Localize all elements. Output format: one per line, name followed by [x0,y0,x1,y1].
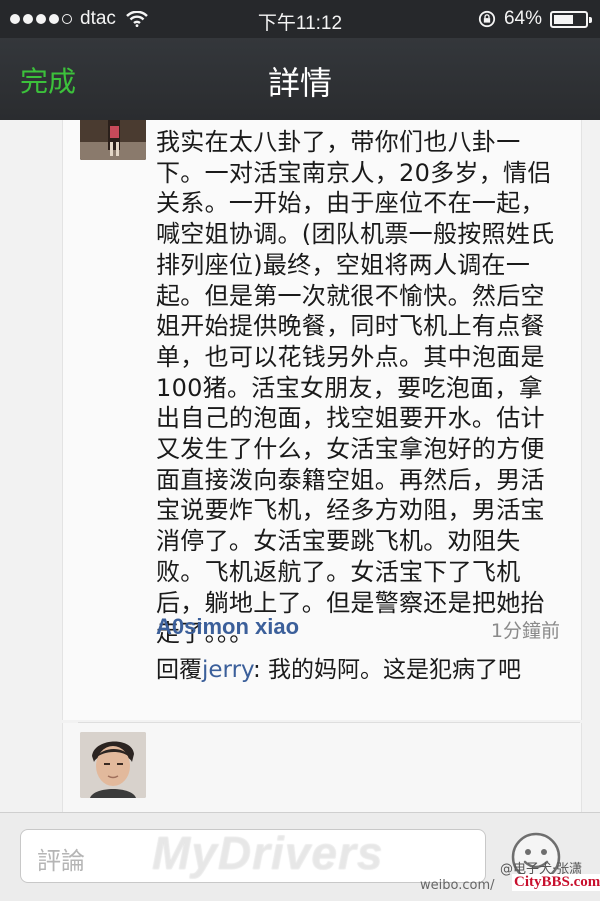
battery-level [554,14,574,24]
reply-content: : 我的妈阿。这是犯病了吧 [253,657,522,683]
rotation-lock-icon [478,10,496,28]
avatar-photo [80,732,146,798]
reply-mention[interactable]: jerry [202,657,253,683]
comment-input[interactable]: 評論 [20,829,486,883]
comment-body: 我实在太八卦了，带你们也八卦一下。一对活宝南京人，20多岁，情侣关系。一开始，由… [156,128,555,648]
reply-timestamp: 1分鐘前 [490,620,560,642]
navigation-bar: 完成 詳情 [0,38,600,120]
status-right: 64% [478,8,592,30]
citybbs-watermark: CityBBS.com [512,874,600,891]
divider [78,722,580,723]
status-bar: dtac 下午11:12 64% [0,0,600,38]
avatar-photo [80,120,146,160]
reply-prefix: 回覆 [156,657,202,683]
reply-body: 回覆jerry: 我的妈阿。这是犯病了吧 [156,650,521,684]
replier-avatar[interactable] [80,732,146,798]
comment-thread[interactable]: 我实在太八卦了，带你们也八卦一下。一对活宝南京人，20多岁，情侣关系。一开始，由… [0,120,600,812]
replier-name[interactable]: A0simon xiao [156,614,299,640]
commenter-avatar[interactable] [80,120,146,160]
weibo-url-watermark: weibo.com/ [420,878,495,893]
battery-icon [550,10,592,28]
page-title: 詳情 [267,64,332,102]
battery-percent: 64% [503,8,542,29]
comment-input-bar: 評論 [0,812,600,901]
